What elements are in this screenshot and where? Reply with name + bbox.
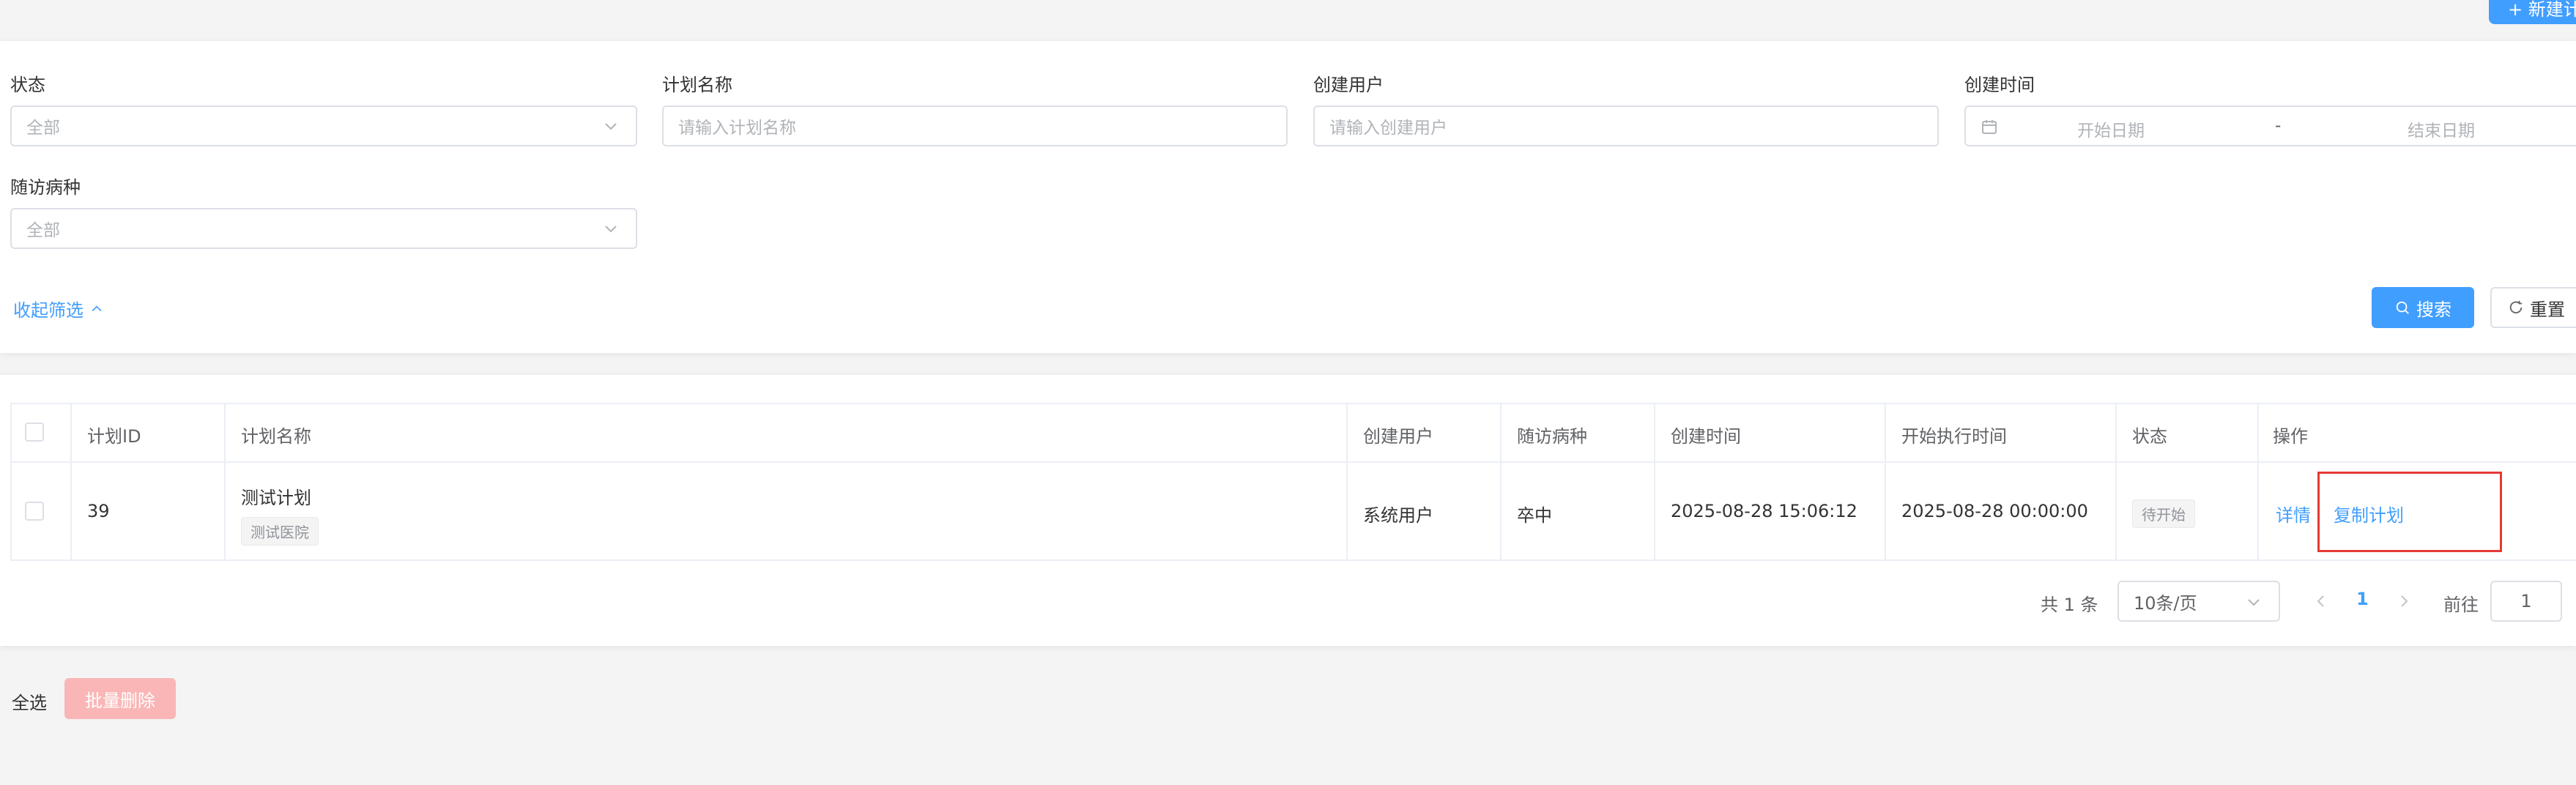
- collapse-filter-label: 收起筛选: [13, 300, 83, 321]
- table-header: [10, 403, 2576, 463]
- col-header-disease: 随访病种: [1517, 426, 1587, 447]
- pagination-total: 共 1 条: [2041, 595, 2098, 615]
- cell-id: 39: [87, 501, 110, 521]
- date-range-picker[interactable]: 开始日期 - 结束日期: [1964, 105, 2576, 146]
- hospital-tag: 测试医院: [241, 517, 319, 546]
- status-select[interactable]: 全部: [10, 105, 637, 146]
- start-date-placeholder[interactable]: 开始日期: [2077, 116, 2145, 141]
- col-header-creator: 创建用户: [1363, 426, 1433, 447]
- new-plan-button[interactable]: + 新建计: [2489, 0, 2576, 24]
- cell-disease: 卒中: [1517, 505, 1552, 526]
- status-badge: 待开始: [2132, 499, 2195, 528]
- creator-input[interactable]: 请输入创建用户: [1313, 105, 1939, 146]
- col-header-start-time: 开始执行时间: [1901, 426, 2007, 447]
- bulk-delete-button[interactable]: 批量删除: [64, 678, 176, 719]
- plan-name-placeholder: 请输入计划名称: [678, 119, 796, 138]
- prev-page-icon[interactable]: [2312, 592, 2330, 610]
- cell-start-time: 2025-08-28 00:00:00: [1901, 501, 2088, 521]
- filter-panel: [0, 41, 2576, 353]
- search-button[interactable]: 搜索: [2372, 287, 2474, 328]
- reset-button-label: 重置: [2530, 299, 2565, 320]
- plan-name-label: 计划名称: [662, 75, 732, 95]
- cell-plan-name: 测试计划: [241, 488, 311, 508]
- chevron-down-icon: [2248, 599, 2260, 606]
- col-header-created-time: 创建时间: [1671, 426, 1741, 447]
- status-label: 状态: [10, 75, 45, 95]
- col-header-actions: 操作: [2273, 426, 2308, 447]
- search-icon: [2396, 301, 2409, 314]
- end-date-placeholder[interactable]: 结束日期: [2408, 116, 2475, 141]
- goto-page-value: 1: [2520, 591, 2532, 611]
- goto-label: 前往: [2443, 595, 2479, 615]
- reset-button[interactable]: 重置: [2490, 287, 2576, 328]
- col-header-status: 状态: [2132, 426, 2167, 447]
- disease-select[interactable]: 全部: [10, 208, 637, 249]
- page-size-select[interactable]: 10条/页: [2117, 581, 2280, 622]
- chevron-up-icon: [92, 305, 102, 311]
- detail-link[interactable]: 详情: [2276, 501, 2311, 527]
- highlight-box: [2317, 472, 2502, 552]
- disease-select-value: 全部: [26, 221, 60, 240]
- current-page-number[interactable]: 1: [2356, 589, 2369, 609]
- collapse-filter-link[interactable]: 收起筛选: [13, 296, 104, 321]
- select-all-label[interactable]: 全选: [12, 688, 47, 714]
- created-time-label: 创建时间: [1964, 75, 2035, 95]
- row-checkbox[interactable]: [25, 502, 44, 521]
- goto-page-input[interactable]: 1: [2490, 581, 2562, 622]
- chevron-down-icon: [605, 226, 617, 233]
- page-size-value: 10条/页: [2134, 592, 2197, 614]
- col-header-id: 计划ID: [87, 426, 141, 447]
- cell-creator: 系统用户: [1363, 505, 1433, 526]
- disease-label: 随访病种: [10, 177, 81, 198]
- cell-created-time: 2025-08-28 15:06:12: [1671, 501, 1857, 521]
- creator-placeholder: 请输入创建用户: [1329, 119, 1447, 138]
- next-page-icon[interactable]: [2395, 592, 2413, 610]
- header-select-all-checkbox[interactable]: [25, 423, 44, 442]
- search-button-label: 搜索: [2416, 299, 2451, 320]
- chevron-down-icon: [605, 123, 617, 130]
- date-separator: -: [2275, 116, 2282, 135]
- status-select-value: 全部: [26, 119, 60, 138]
- creator-label: 创建用户: [1313, 75, 1384, 95]
- plan-name-input[interactable]: 请输入计划名称: [662, 105, 1288, 146]
- calendar-icon: [1982, 120, 1997, 134]
- refresh-icon: [2509, 300, 2523, 314]
- col-header-name: 计划名称: [241, 426, 311, 447]
